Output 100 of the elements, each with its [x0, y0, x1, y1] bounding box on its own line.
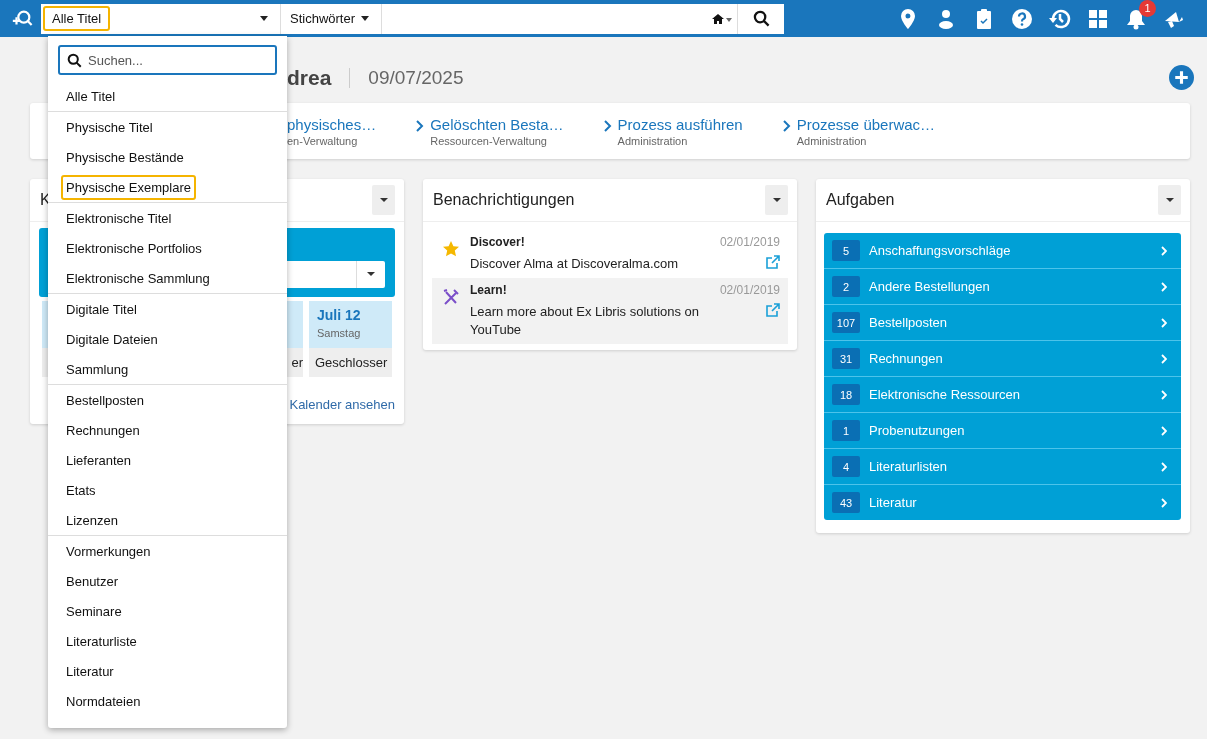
- chevron-right-icon: [1161, 317, 1167, 328]
- chevron-right-icon: [1161, 425, 1167, 436]
- task-count: 18: [832, 384, 860, 405]
- caret-icon: [260, 15, 268, 22]
- menu-item[interactable]: Alle Titel: [61, 83, 121, 109]
- chevron-right-icon: [603, 119, 612, 132]
- home-dropdown-icon[interactable]: [711, 12, 733, 25]
- help-icon[interactable]: [1010, 6, 1034, 31]
- task-label: Literatur: [869, 495, 918, 510]
- task-count: 4: [832, 456, 860, 477]
- notification-text: Learn more about Ex Libris solutions on YouTube: [470, 303, 701, 339]
- menu-item[interactable]: Sammlung: [61, 356, 134, 382]
- chevron-right-icon: [1161, 497, 1167, 508]
- quick-link[interactable]: Prozesse überwac…: [796, 115, 936, 133]
- quick-link[interactable]: Gelöschten Besta…: [430, 115, 564, 133]
- opening-status: Geschlosser: [309, 348, 392, 377]
- chevron-right-icon: [1161, 281, 1167, 292]
- notification-title: Discover!: [470, 235, 526, 249]
- date-label: 09/07/2025: [368, 66, 464, 89]
- menu-item[interactable]: Lieferanten: [61, 447, 137, 473]
- caret-icon: [379, 197, 388, 203]
- task-count: 2: [832, 276, 860, 297]
- menu-item[interactable]: Physische Exemplare: [61, 174, 196, 200]
- menu-item[interactable]: Elektronische Titel: [61, 205, 177, 231]
- notification-item[interactable]: Discover! Discover Alma at Discoveralma.com 02/01/2019: [432, 230, 788, 278]
- notification-count: 1: [1139, 0, 1156, 17]
- external-link-icon[interactable]: [766, 303, 780, 317]
- caret-icon: [361, 15, 370, 22]
- chevron-right-icon: [1161, 245, 1167, 256]
- notification-date: 02/01/2019: [719, 283, 780, 297]
- task-count: 107: [832, 312, 860, 333]
- caret-icon: [772, 197, 781, 203]
- menu-item[interactable]: Bestellposten: [61, 387, 150, 413]
- notification-title: Learn!: [470, 283, 508, 297]
- widget-title: Aufgaben: [826, 191, 895, 209]
- menu-item[interactable]: Elektronische Sammlung: [61, 265, 215, 291]
- task-label: Anschaffungsvorschläge: [869, 243, 1012, 258]
- menu-item[interactable]: Physische Titel: [61, 114, 158, 140]
- menu-item[interactable]: Vormerkungen: [61, 538, 156, 564]
- quick-link-category: Ressourcen-Verwaltung: [430, 134, 548, 147]
- task-row[interactable]: 2 Andere Bestellungen: [824, 269, 1181, 305]
- widget-menu-button[interactable]: [1158, 185, 1181, 215]
- widget-title: Benachrichtigungen: [433, 191, 575, 209]
- menu-item[interactable]: Literatur: [61, 658, 119, 684]
- star-icon: [442, 240, 460, 258]
- menu-item[interactable]: Etats: [61, 477, 101, 503]
- task-count: 43: [832, 492, 860, 513]
- menu-item[interactable]: Rechnungen: [61, 417, 145, 443]
- weekday-label: Samstag: [317, 327, 362, 339]
- menu-item[interactable]: Elektronische Portfolios: [61, 235, 207, 261]
- menu-item[interactable]: Lizenzen: [61, 507, 124, 533]
- scope-select[interactable]: Alle Titel: [41, 3, 281, 34]
- menu-item[interactable]: Physische Bestände: [61, 144, 189, 170]
- external-link-icon[interactable]: [766, 255, 780, 269]
- menu-item[interactable]: Seminare: [61, 598, 127, 624]
- quick-link-category: Administration: [617, 134, 689, 147]
- menu-item[interactable]: Literaturliste: [61, 628, 142, 654]
- notification-date: 02/01/2019: [719, 235, 780, 249]
- search-icon: [67, 53, 82, 68]
- widget-menu-button[interactable]: [372, 185, 395, 215]
- tools-icon: [442, 288, 460, 306]
- task-label: Andere Bestellungen: [869, 279, 991, 294]
- task-count: 5: [832, 240, 860, 261]
- chevron-right-icon: [1161, 461, 1167, 472]
- task-row[interactable]: 18 Elektronische Ressourcen: [824, 377, 1181, 413]
- quick-link-category: Administration: [796, 134, 868, 147]
- task-row[interactable]: 43 Literatur: [824, 485, 1181, 520]
- widget-menu-button[interactable]: [765, 185, 788, 215]
- task-label: Elektronische Ressourcen: [869, 387, 1022, 402]
- task-row[interactable]: 4 Literaturlisten: [824, 449, 1181, 485]
- task-row[interactable]: 31 Rechnungen: [824, 341, 1181, 377]
- chevron-right-icon: [1161, 353, 1167, 364]
- quick-link[interactable]: physisches…: [287, 115, 377, 133]
- quick-link-category: en-Verwaltung: [287, 134, 359, 147]
- notification-item[interactable]: Learn! Learn more about Ex Libris solutions on YouTube 02/01/2019: [432, 278, 788, 344]
- task-label: Bestellposten: [869, 315, 949, 330]
- menu-search-field[interactable]: Suchen...: [58, 45, 277, 75]
- chevron-right-icon: [416, 119, 425, 132]
- menu-item[interactable]: Normdateien: [61, 688, 146, 714]
- day-date: Juli 12: [317, 307, 362, 323]
- quick-link[interactable]: Prozess ausführen: [617, 115, 743, 133]
- task-count: 31: [832, 348, 860, 369]
- search-icon: [752, 10, 770, 27]
- menu-item[interactable]: Benutzer: [61, 568, 124, 594]
- menu-item[interactable]: Digitale Titel: [61, 296, 142, 322]
- task-count: 1: [832, 420, 860, 441]
- caret-icon: [367, 272, 375, 277]
- chevron-right-icon: [1161, 389, 1167, 400]
- task-label: Literaturlisten: [869, 459, 949, 474]
- welcome-title: drea: [287, 65, 332, 90]
- chevron-right-icon: [782, 119, 791, 132]
- menu-item[interactable]: Digitale Dateien: [61, 326, 163, 352]
- task-row[interactable]: 5 Anschaffungsvorschläge: [824, 233, 1181, 269]
- caret-icon: [1165, 197, 1174, 203]
- task-row[interactable]: 1 Probenutzungen: [824, 413, 1181, 449]
- task-label: Probenutzungen: [869, 423, 966, 438]
- task-row[interactable]: 107 Bestellposten: [824, 305, 1181, 341]
- task-label: Rechnungen: [869, 351, 944, 366]
- notification-text: Discover Alma at Discoveralma.com: [470, 255, 680, 273]
- add-icon[interactable]: [1169, 65, 1195, 90]
